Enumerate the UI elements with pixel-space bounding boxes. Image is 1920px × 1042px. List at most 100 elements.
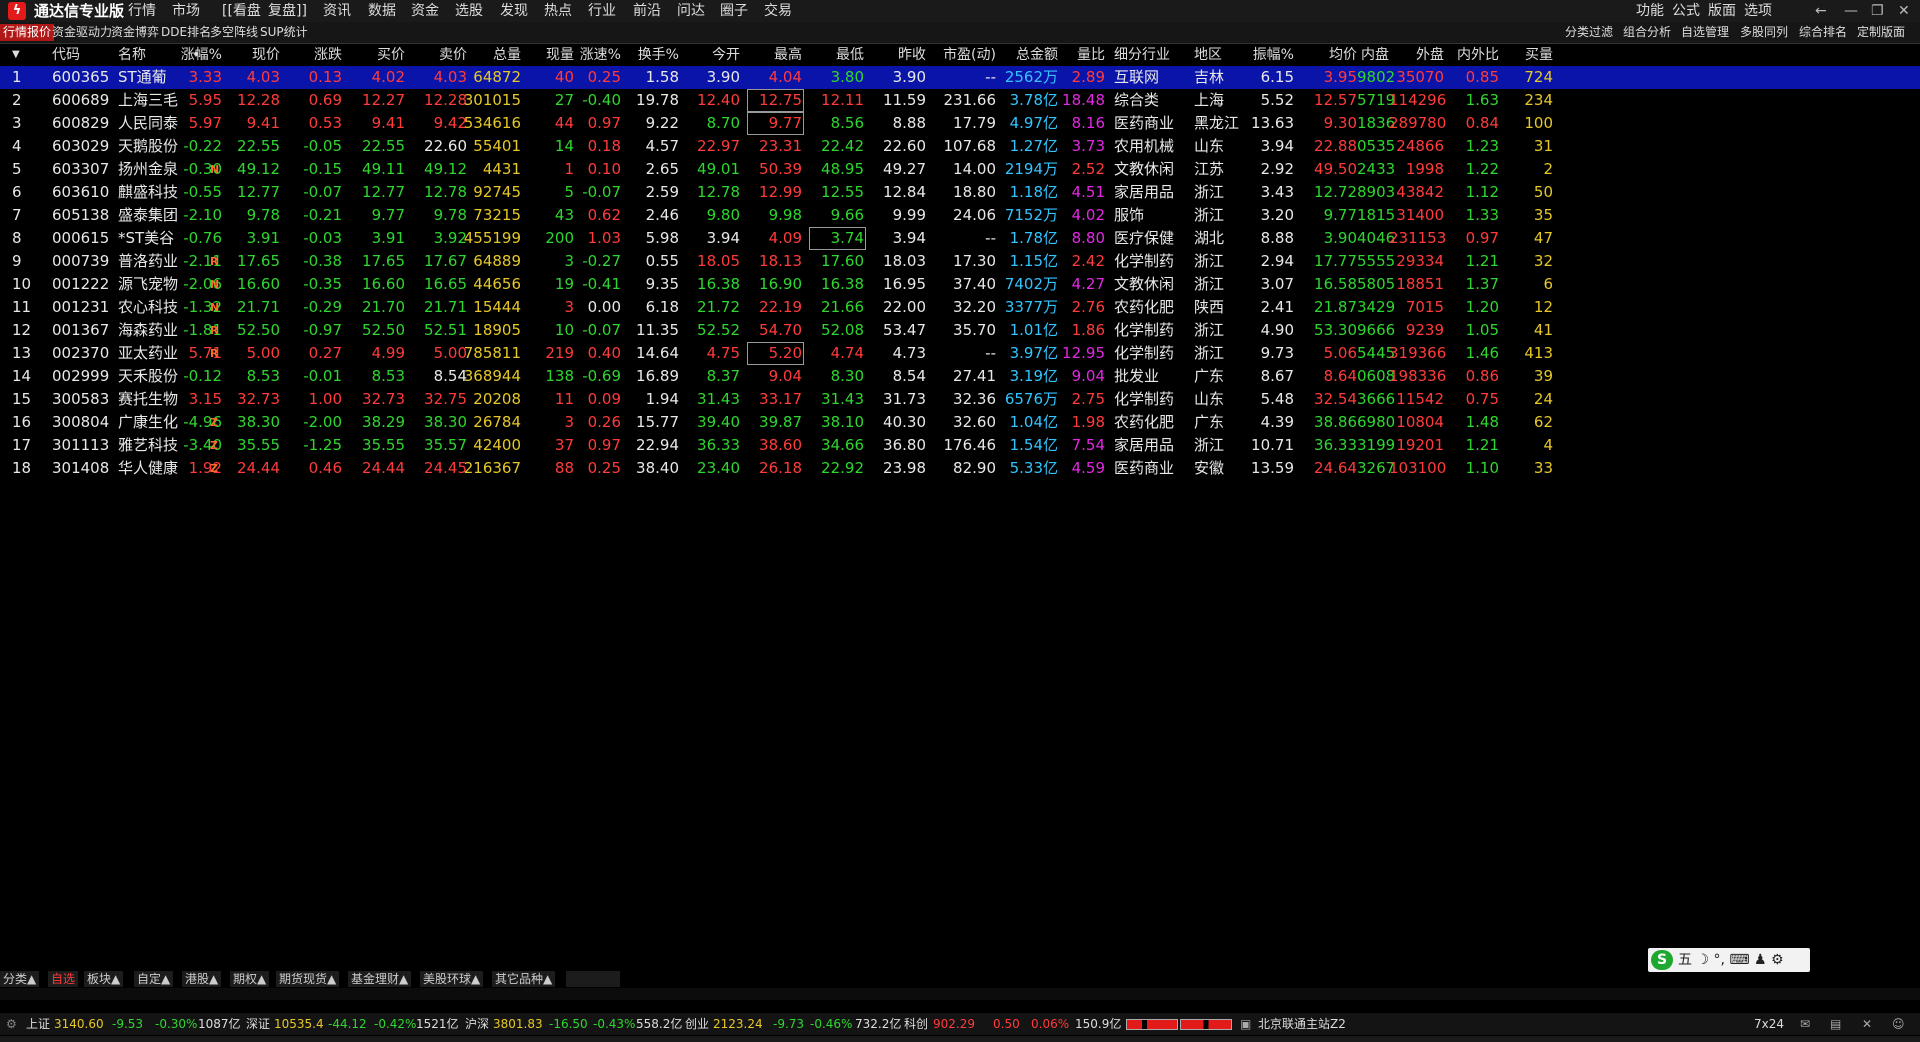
sheet-scroll-arrow[interactable]: [566, 971, 621, 987]
ime-toolbar[interactable]: S 五 ☽ °, ⌨ ♟ ⚙: [1648, 948, 1810, 972]
menu-item-0[interactable]: 行情: [128, 1, 156, 21]
column-header-prev[interactable]: 昨收: [871, 44, 926, 66]
table-row[interactable]: 12 001367 海森药业 -1.81 52.50 -0.97 52.50 52.51 189…: [0, 319, 1920, 342]
cy-index-label[interactable]: 创业: [685, 1013, 709, 1035]
horizontal-scrollbar[interactable]: [0, 988, 1920, 1000]
column-header-turn[interactable]: 换手%: [624, 44, 679, 66]
menu-item-14[interactable]: 交易: [764, 1, 792, 21]
message-icon[interactable]: ✉: [1800, 1013, 1810, 1035]
column-header-price[interactable]: 现价: [225, 44, 280, 66]
column-header-inner[interactable]: 内盘: [1357, 44, 1389, 66]
column-header-bid[interactable]: 买价: [345, 44, 405, 66]
sheet-tab-7[interactable]: 基金理财▲: [348, 971, 413, 987]
table-row[interactable]: 4 603029 天鹅股份 -0.22 22.55 -0.05 22.55 22.60 5540…: [0, 135, 1920, 158]
sheet-tab-0[interactable]: 分类▲: [0, 971, 41, 987]
toolbar-right-tab-1[interactable]: 组合分析: [1620, 24, 1674, 41]
column-header-vol[interactable]: 总量: [456, 44, 521, 66]
menu-item-11[interactable]: 前沿: [633, 1, 661, 21]
menu-item-3[interactable]: 复盘]]: [268, 1, 307, 21]
menu-item-9[interactable]: 热点: [544, 1, 572, 21]
table-row[interactable]: 15 300583 赛托生物 3.15 32.73 1.00 32.73 32.75 20208…: [0, 388, 1920, 411]
table-row[interactable]: 11 001231 农心科技 -1.32 21.71 -0.29 21.70 21.71 154…: [0, 296, 1920, 319]
column-header-buyq[interactable]: 买量: [1508, 44, 1553, 66]
table-row[interactable]: 14 002999 天禾股份 -0.12 8.53 -0.01 8.53 8.54 368944…: [0, 365, 1920, 388]
menu-item-13[interactable]: 圈子: [720, 1, 748, 21]
hs-index-label[interactable]: 沪深: [465, 1013, 489, 1035]
table-row[interactable]: 6 603610 麒盛科技 -0.55 12.77 -0.07 12.77 12.78 9274…: [0, 181, 1920, 204]
minimize-icon[interactable]: —: [1844, 1, 1858, 21]
column-header-name[interactable]: 名称: [118, 44, 146, 66]
right-menu-item-2[interactable]: 版面: [1708, 1, 1736, 21]
toolbar-tab-2[interactable]: 资金博弈: [108, 24, 162, 41]
kc-index-label[interactable]: 科创: [904, 1013, 928, 1035]
toolbar-right-tab-2[interactable]: 自选管理: [1678, 24, 1732, 41]
table-row[interactable]: 7 605138 盛泰集团 -2.10 9.78 -0.21 9.77 9.78 73215 43…: [0, 204, 1920, 227]
right-menu-item-0[interactable]: 功能: [1636, 1, 1664, 21]
table-row[interactable]: 3 600829 人民同泰 5.97 9.41 0.53 9.41 9.42 534616 44 0…: [0, 112, 1920, 135]
sheet-tab-4[interactable]: 港股▲: [182, 971, 223, 987]
column-header-code[interactable]: 代码: [52, 44, 80, 66]
settings-icon[interactable]: ⚙: [6, 1013, 17, 1035]
toolbar-right-tab-5[interactable]: 定制版面: [1854, 24, 1908, 41]
sheet-tab-5[interactable]: 期权▲: [230, 971, 271, 987]
sheet-tab-9[interactable]: 其它品种▲: [492, 971, 557, 987]
column-header-high[interactable]: 最高: [747, 44, 802, 66]
right-menu-item-3[interactable]: 选项: [1744, 1, 1772, 21]
sheet-tab-1[interactable]: 自选: [48, 971, 80, 987]
column-header-speed[interactable]: 涨速%: [571, 44, 621, 66]
sort-icon[interactable]: ▼: [12, 44, 20, 66]
table-row[interactable]: 17 301113 雅艺科技 -3.40 35.55 -1.25 35.55 35.57 424…: [0, 434, 1920, 457]
column-header-outer[interactable]: 外盘: [1389, 44, 1444, 66]
toolbar-right-tab-4[interactable]: 综合排名: [1796, 24, 1850, 41]
sz-index-label[interactable]: 深证: [246, 1013, 270, 1035]
table-row[interactable]: 8 000615 *ST美谷 -0.76 3.91 -0.03 3.91 3.92 455199…: [0, 227, 1920, 250]
table-row[interactable]: 18 301408 华人健康 1.92 24.44 0.46 24.44 24.45 21636…: [0, 457, 1920, 480]
sh-index-label[interactable]: 上证: [26, 1013, 50, 1035]
menu-item-12[interactable]: 问达: [677, 1, 705, 21]
sheet-tab-3[interactable]: 自定▲: [134, 971, 175, 987]
sheet-tab-8[interactable]: 美股环球▲: [420, 971, 485, 987]
column-header-chg[interactable]: 涨跌: [287, 44, 342, 66]
column-header-industry[interactable]: 细分行业: [1114, 44, 1170, 66]
column-header-amt[interactable]: 总金额: [998, 44, 1058, 66]
chat-icon[interactable]: ▤: [1830, 1013, 1841, 1035]
column-header-low[interactable]: 最低: [809, 44, 864, 66]
menu-item-6[interactable]: 资金: [411, 1, 439, 21]
column-header-amp[interactable]: 振幅%: [1239, 44, 1294, 66]
back-icon[interactable]: ←: [1815, 1, 1827, 21]
column-header-open[interactable]: 今开: [685, 44, 740, 66]
toolbar-tab-4[interactable]: 多空阵线: [207, 24, 261, 41]
column-header-region[interactable]: 地区: [1194, 44, 1222, 66]
column-header-pe[interactable]: 市盈(动): [926, 44, 996, 66]
table-row[interactable]: 9 000739 普洛药业 -2.11 17.65 -0.38 17.65 17.67 6488…: [0, 250, 1920, 273]
menu-item-2[interactable]: [[看盘: [222, 1, 261, 21]
sheet-tab-6[interactable]: 期货现货▲: [276, 971, 341, 987]
table-row[interactable]: 13 002370 亚太药业 5.71 5.00 0.27 4.99 5.00 785811 21…: [0, 342, 1920, 365]
menu-item-1[interactable]: 市场: [172, 1, 200, 21]
server-label[interactable]: 北京联通主站Z2: [1258, 1013, 1346, 1035]
sheet-tab-2[interactable]: 板块▲: [84, 971, 125, 987]
toolbar-tab-0[interactable]: 行情报价: [0, 24, 55, 41]
toolbar-right-tab-0[interactable]: 分类过滤: [1562, 24, 1616, 41]
column-header-io[interactable]: 内外比: [1454, 44, 1499, 66]
menu-item-10[interactable]: 行业: [588, 1, 616, 21]
user-icon[interactable]: ☺: [1892, 1013, 1905, 1035]
mute-icon[interactable]: ✕: [1862, 1013, 1872, 1035]
table-row[interactable]: 1 600365 ST通葡 3.33 4.03 0.13 4.02 4.03 64872 40 0.…: [0, 66, 1920, 89]
toolbar-right-tab-3[interactable]: 多股同列: [1737, 24, 1791, 41]
toolbar-tab-3[interactable]: DDE排名: [158, 24, 214, 41]
menu-item-7[interactable]: 选股: [455, 1, 483, 21]
menu-item-5[interactable]: 数据: [368, 1, 396, 21]
right-menu-item-1[interactable]: 公式: [1672, 1, 1700, 21]
restore-icon[interactable]: ❐: [1871, 1, 1884, 21]
table-row[interactable]: 10 001222 源飞宠物 -2.06 16.60 -0.35 16.60 16.65 446…: [0, 273, 1920, 296]
menu-item-4[interactable]: 资讯: [323, 1, 351, 21]
column-header-pct[interactable]: 涨幅%: [167, 44, 222, 66]
table-row[interactable]: 5 603307 扬州金泉 -0.30 49.12 -0.15 49.11 49.12 4431…: [0, 158, 1920, 181]
table-row[interactable]: 2 600689 上海三毛 5.95 12.28 0.69 12.27 12.28 301015…: [0, 89, 1920, 112]
column-header-avg[interactable]: 均价: [1302, 44, 1357, 66]
column-header-cur[interactable]: 现量: [524, 44, 574, 66]
toolbar-tab-1[interactable]: 资金驱动力: [49, 24, 115, 41]
menu-item-8[interactable]: 发现: [500, 1, 528, 21]
column-header-ratio[interactable]: 量比: [1060, 44, 1105, 66]
